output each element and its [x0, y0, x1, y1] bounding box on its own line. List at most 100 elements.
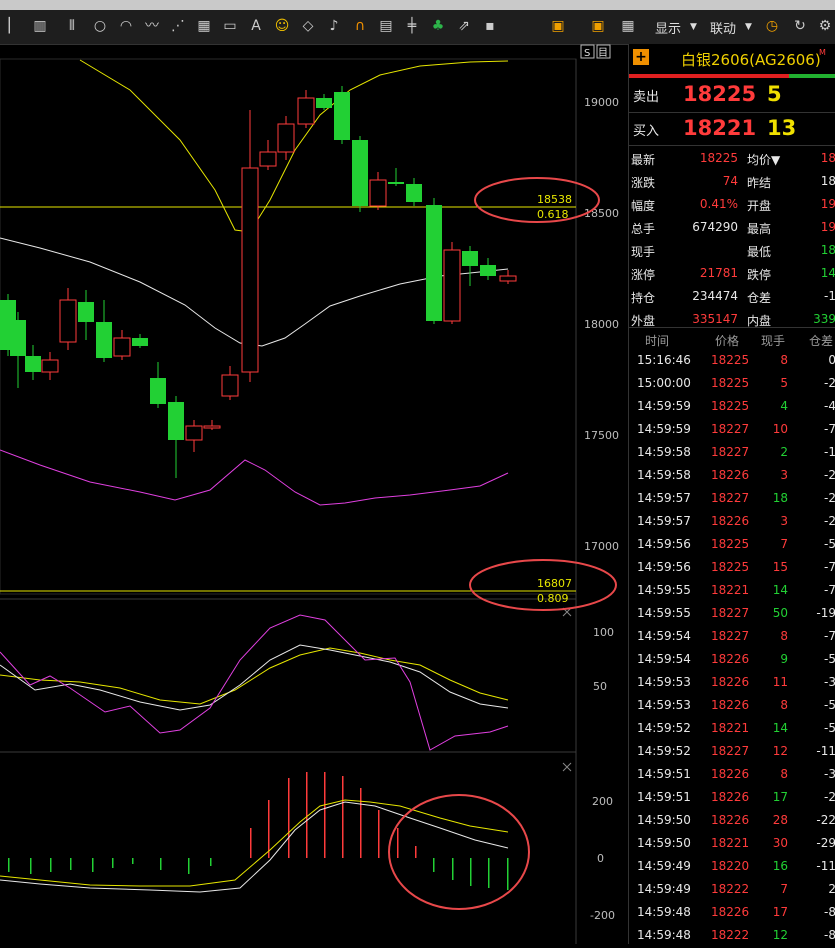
candle-body-up: [185, 425, 203, 441]
tick-row[interactable]: 14:59:52 18221 14 -5: [629, 718, 835, 741]
tick-time: 14:59:52: [637, 721, 691, 735]
tick-time: 14:59:53: [637, 698, 691, 712]
quote-value: 335147: [692, 312, 738, 326]
calendar-icon[interactable]: ▤: [376, 16, 396, 36]
bell-icon[interactable]: ♪: [324, 16, 344, 36]
close-icon[interactable]: [562, 762, 572, 772]
candle-body-up: [443, 249, 461, 322]
quote-value: 18: [820, 174, 835, 188]
tick-row[interactable]: 14:59:55 18221 14 -7: [629, 580, 835, 603]
tick-row[interactable]: 14:59:58 18226 3 -2: [629, 465, 835, 488]
tick-row[interactable]: 14:59:49 18220 16 -11: [629, 856, 835, 879]
tick-row[interactable]: 14:59:48 18226 17 -8: [629, 902, 835, 925]
fib-ratio-label: 0.809: [537, 592, 569, 605]
contract-header: + 白银2606(AG2606) M: [629, 44, 835, 74]
add-icon[interactable]: +: [633, 49, 649, 65]
tick-oi: -5: [824, 652, 835, 666]
kline-chart-area[interactable]: S 目 19000 18500 18000 17500 17000 100 50 200 0 -200…: [0, 44, 628, 944]
tick-oi: -4: [824, 399, 835, 413]
grid-icon[interactable]: ▦: [194, 16, 214, 36]
settings-icon[interactable]: ⚙: [815, 16, 835, 36]
refresh-icon[interactable]: ↻: [790, 16, 810, 36]
macd-dea-line: [0, 799, 509, 887]
vip-icon-1[interactable]: ▣: [548, 16, 568, 36]
tick-volume: 12: [772, 744, 788, 758]
eraser-icon[interactable]: ◇: [298, 16, 318, 36]
tick-price: 18220: [711, 859, 750, 873]
fan-icon[interactable]: ⋰: [168, 16, 188, 36]
tick-row[interactable]: 14:59:59 18225 4 -4: [629, 396, 835, 419]
tick-time: 14:59:48: [637, 928, 691, 942]
display-menu[interactable]: 显示: [655, 18, 681, 37]
alarm-clock-icon[interactable]: ◷: [762, 16, 782, 36]
tick-row[interactable]: 14:59:57 18226 3 -2: [629, 511, 835, 534]
bars-icon[interactable]: ▥: [30, 16, 50, 36]
chart-canvas[interactable]: S 目 19000 18500 18000 17500 17000 100 50 200 0 -200…: [0, 44, 628, 944]
tick-price: 18227: [711, 491, 750, 505]
ticks-header-volume: 现手: [761, 334, 786, 348]
tick-row[interactable]: 14:59:57 18227 18 -2: [629, 488, 835, 511]
buy-volume: 13: [767, 116, 797, 140]
tick-row[interactable]: 14:59:51 18226 17 -2: [629, 787, 835, 810]
link-menu[interactable]: 联动: [710, 18, 736, 37]
quote-value: 19: [820, 220, 835, 234]
tick-time: 14:59:56: [637, 537, 691, 551]
tick-price: 18221: [711, 583, 750, 597]
tick-oi: -5: [824, 721, 835, 735]
tick-row[interactable]: 14:59:53 18226 8 -5: [629, 695, 835, 718]
tick-row[interactable]: 14:59:52 18227 12 -11: [629, 741, 835, 764]
export-icon[interactable]: ⇗: [454, 16, 474, 36]
tick-row[interactable]: 14:59:55 18227 50 -19: [629, 603, 835, 626]
buy-price: 18221: [683, 116, 757, 140]
clover-icon[interactable]: ♣: [428, 16, 448, 36]
tick-row[interactable]: 14:59:56 18225 15 -7: [629, 557, 835, 580]
macd-bar-negative: [210, 858, 212, 866]
tick-row[interactable]: 14:59:48 18222 12 -8: [629, 925, 835, 948]
wave-icon[interactable]: 〰: [142, 16, 162, 36]
tick-row[interactable]: 15:16:46 18225 8 0: [629, 350, 835, 373]
quote-value: 18: [820, 151, 835, 165]
tick-volume: 15: [772, 560, 788, 574]
circle-icon[interactable]: ○: [90, 16, 110, 36]
price-axis-tick: 19000: [584, 96, 619, 109]
tick-price: 18225: [711, 399, 750, 413]
magnet-icon[interactable]: ∩: [350, 16, 370, 36]
grid-layout-icon[interactable]: ▦: [618, 16, 638, 36]
vertical-line-icon[interactable]: ▏: [4, 16, 24, 36]
macd-bar-negative: [507, 858, 509, 890]
macd-bar-positive: [324, 772, 326, 858]
tick-row[interactable]: 14:59:54 18227 8 -7: [629, 626, 835, 649]
tick-row[interactable]: 14:59:50 18226 28 -22: [629, 810, 835, 833]
tick-row[interactable]: 14:59:50 18221 30 -29: [629, 833, 835, 856]
multi-line-icon[interactable]: ⦀: [62, 16, 82, 36]
tick-time: 14:59:59: [637, 422, 691, 436]
macd-bar-positive: [306, 772, 308, 858]
split-icon[interactable]: ╪: [402, 16, 422, 36]
text-icon[interactable]: A: [246, 16, 266, 36]
smiley-icon[interactable]: ☺: [272, 16, 292, 36]
tick-price: 18227: [711, 744, 750, 758]
tick-row[interactable]: 14:59:49 18222 7 2: [629, 879, 835, 902]
tick-time: 14:59:59: [637, 399, 691, 413]
more-icon[interactable]: ▪: [480, 16, 500, 36]
tick-row[interactable]: 14:59:58 18227 2 -1: [629, 442, 835, 465]
tick-row[interactable]: 14:59:56 18225 7 -5: [629, 534, 835, 557]
tick-row[interactable]: 14:59:54 18226 9 -5: [629, 649, 835, 672]
candle-body-down: [334, 92, 350, 140]
sell-volume: 5: [767, 82, 782, 106]
ruler-icon[interactable]: ▭: [220, 16, 240, 36]
tick-row[interactable]: 15:00:00 18225 5 -2: [629, 373, 835, 396]
arc-icon[interactable]: ◠: [116, 16, 136, 36]
quote-value: -1: [824, 289, 835, 303]
quote-value: 18: [820, 243, 835, 257]
tick-row[interactable]: 14:59:51 18226 8 -3: [629, 764, 835, 787]
macd-bar-negative: [30, 858, 32, 874]
macd-bar-positive: [250, 828, 252, 858]
tick-time: 15:16:46: [637, 353, 691, 367]
s-button: S: [584, 48, 590, 59]
tick-price: 18226: [711, 514, 750, 528]
vip-icon-2[interactable]: ▣: [588, 16, 608, 36]
tick-row[interactable]: 14:59:53 18226 11 -3: [629, 672, 835, 695]
candle-body-up: [259, 151, 277, 167]
tick-row[interactable]: 14:59:59 18227 10 -7: [629, 419, 835, 442]
